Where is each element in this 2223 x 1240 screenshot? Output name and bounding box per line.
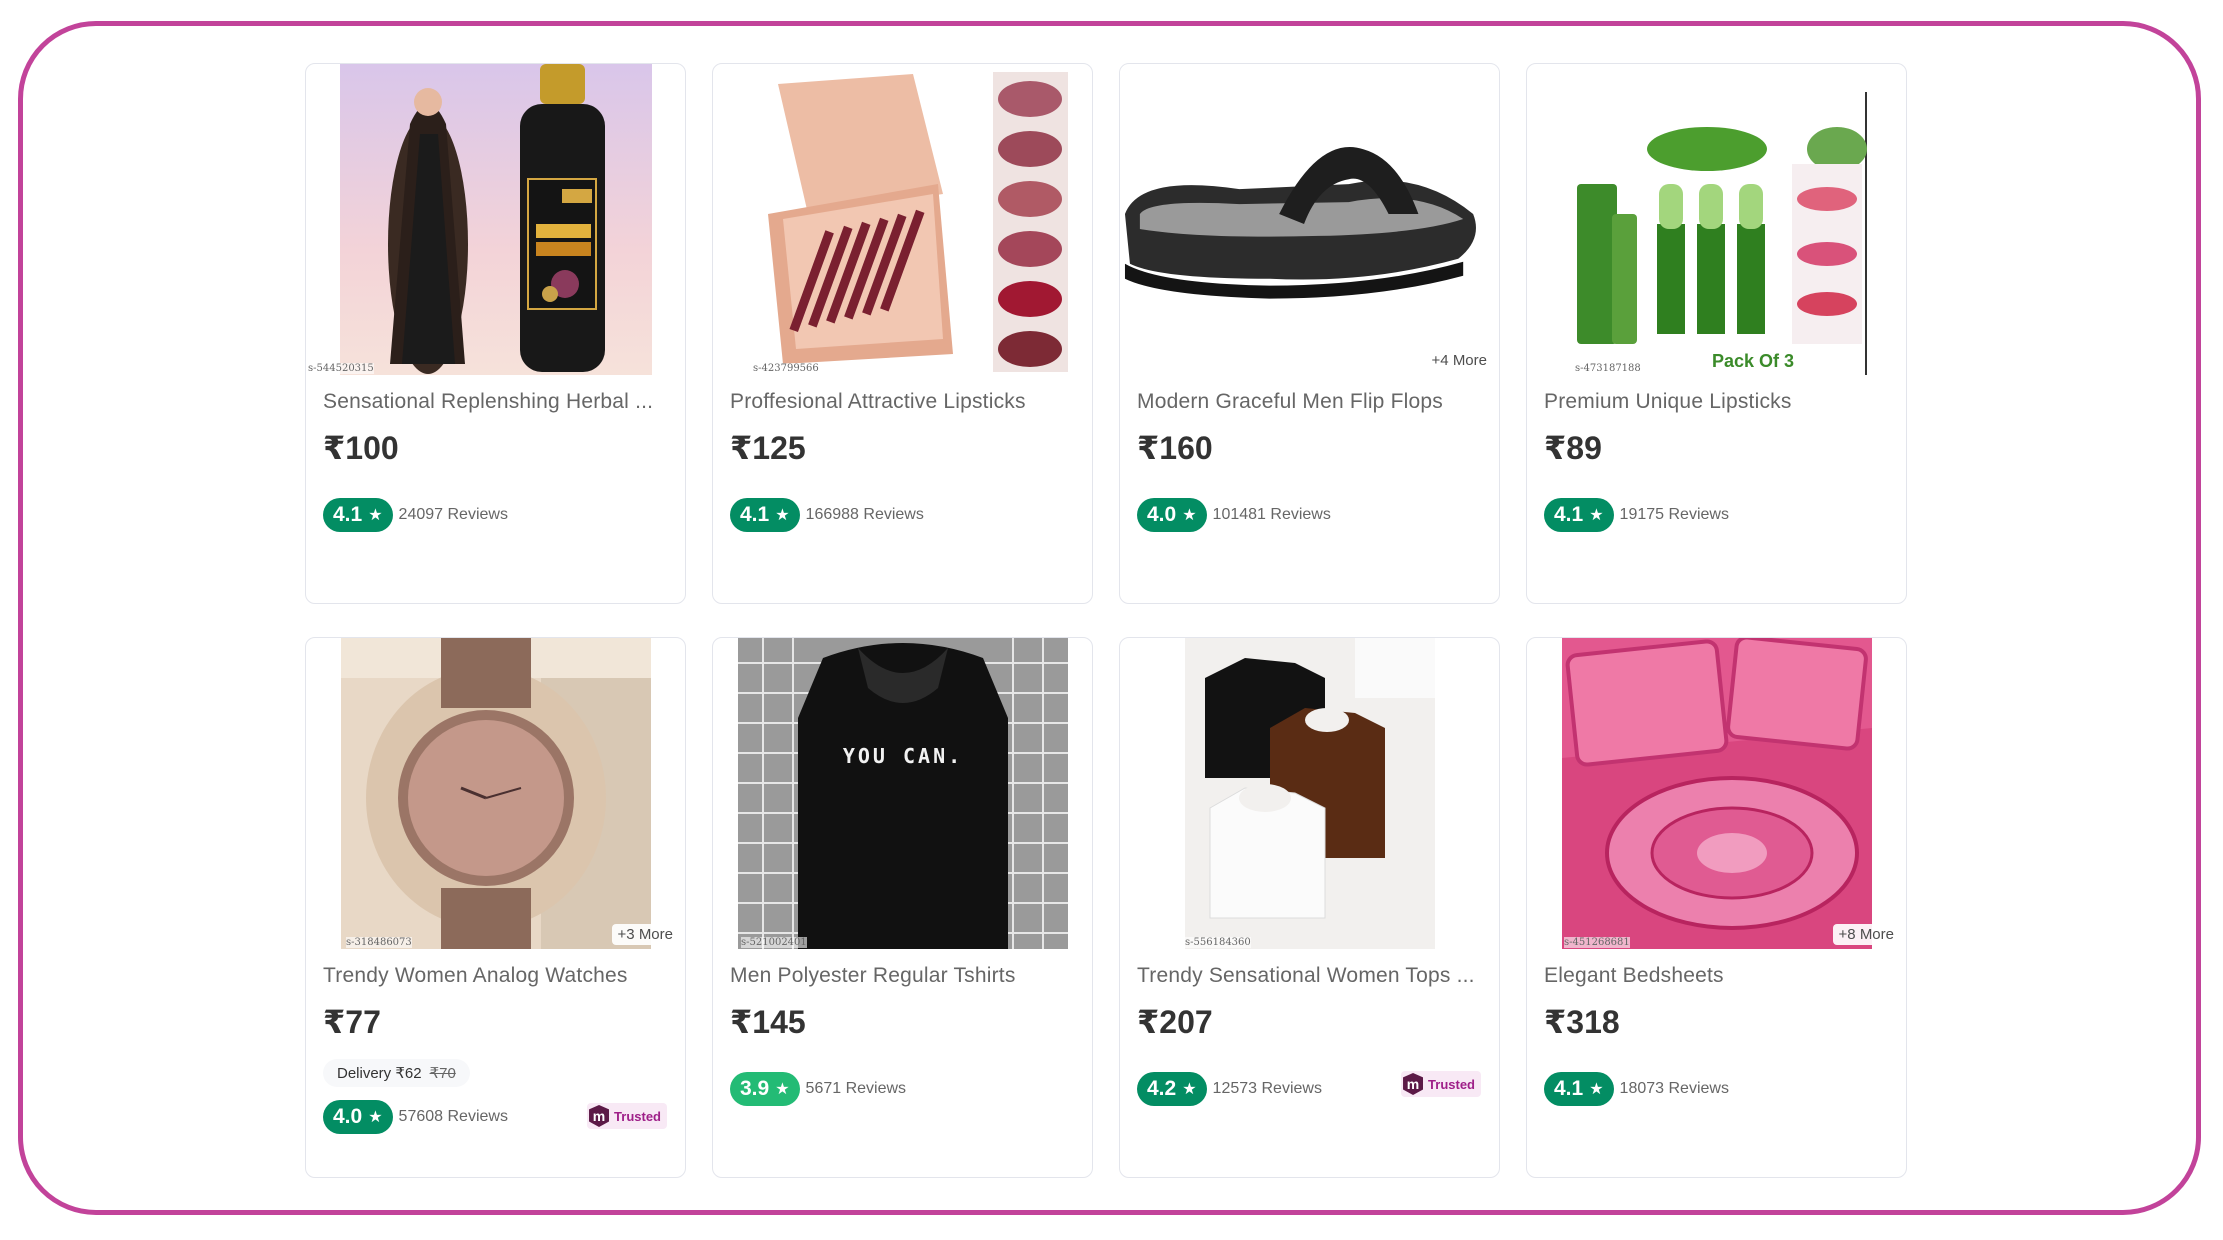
product-card[interactable]: s-423799566 Proffesional Attractive Lips… [712,63,1093,604]
trusted-label: Trusted [1428,1076,1475,1092]
rating-badge: 4.1 ★ [1544,498,1614,532]
trusted-badge: m Trusted [587,1103,667,1129]
product-image[interactable]: +4 More [1120,64,1499,375]
pack-caption: Pack Of 3 [1712,351,1794,371]
review-count: 166988 Reviews [805,506,924,523]
sku-label: s-318486073 [346,937,412,948]
product-image[interactable]: s-544520315 [306,64,685,375]
rating-row: 4.0 ★ 101481 Reviews [1137,498,1331,532]
product-card[interactable]: s-318486073 +3 More Trendy Women Analog … [305,637,686,1178]
product-title[interactable]: Trendy Sensational Women Tops ... [1137,964,1485,988]
review-count: 5671 Reviews [805,1080,907,1097]
rating-badge: 4.1 ★ [730,498,800,532]
product-title[interactable]: Proffesional Attractive Lipsticks [730,390,1078,414]
rating-badge: 4.0 ★ [323,1100,393,1134]
star-icon: ★ [368,507,383,524]
product-price: ₹125 [730,430,806,466]
review-count: 101481 Reviews [1212,506,1331,523]
product-image[interactable]: s-318486073 +3 More [306,638,685,949]
rating-row: 4.2 ★ 12573 Reviews [1137,1072,1322,1106]
star-icon: ★ [1182,1081,1197,1098]
product-image[interactable]: s-556184360 [1120,638,1499,949]
star-icon: ★ [1182,507,1197,524]
product-price: ₹318 [1544,1004,1620,1040]
star-icon: ★ [1589,1081,1604,1098]
rating-badge: 3.9 ★ [730,1072,800,1106]
delivery-price: Delivery ₹62 [337,1065,422,1082]
rating-value: 4.0 [333,1105,363,1128]
rating-value: 3.9 [740,1077,770,1100]
product-title[interactable]: Trendy Women Analog Watches [323,964,671,988]
rating-row: 4.1 ★ 166988 Reviews [730,498,924,532]
rating-badge: 4.1 ★ [323,498,393,532]
product-card[interactable]: s-544520315 Sensational Replenshing Herb… [305,63,686,604]
meesho-logo-icon: m [589,1105,610,1127]
rating-row: 4.1 ★ 18073 Reviews [1544,1072,1729,1106]
product-price: ₹100 [323,430,399,466]
delivery-badge: Delivery ₹62 ₹70 [323,1059,470,1087]
rating-value: 4.1 [1554,1077,1584,1100]
product-card[interactable]: +4 More Modern Graceful Men Flip Flops ₹… [1119,63,1500,604]
rating-value: 4.0 [1147,503,1177,526]
rating-badge: 4.0 ★ [1137,498,1207,532]
product-title[interactable]: Modern Graceful Men Flip Flops [1137,390,1485,414]
product-image[interactable]: s-451268681 +8 More [1527,638,1906,949]
review-count: 19175 Reviews [1619,506,1729,523]
rating-row: 4.1 ★ 24097 Reviews [323,498,508,532]
star-icon: ★ [775,1081,790,1098]
product-image[interactable]: s-423799566 [713,64,1092,375]
rating-value: 4.2 [1147,1077,1177,1100]
review-count: 18073 Reviews [1619,1080,1729,1097]
sku-label: s-451268681 [1564,937,1630,948]
sku-label: s-556184360 [1185,937,1251,948]
star-icon: ★ [1589,507,1604,524]
star-icon: ★ [368,1109,383,1126]
review-count: 12573 Reviews [1212,1080,1322,1097]
rating-row: 4.1 ★ 19175 Reviews [1544,498,1729,532]
product-grid: s-544520315 Sensational Replenshing Herb… [305,63,1907,1178]
product-card[interactable]: s-556184360 Trendy Sensational Women Top… [1119,637,1500,1178]
sku-label: s-473187188 [1575,363,1641,374]
rating-value: 4.1 [740,503,770,526]
more-variants-label[interactable]: +8 More [1832,924,1900,945]
more-variants-label[interactable]: +4 More [1425,350,1493,371]
product-image[interactable]: YOU CAN. s-521002401 [713,638,1092,949]
product-price: ₹160 [1137,430,1213,466]
product-price: ₹77 [323,1004,381,1040]
rating-row: 4.0 ★ 57608 Reviews [323,1100,508,1134]
delivery-original-price: ₹70 [429,1065,456,1082]
product-image[interactable]: Pack Of 3 s-473187188 [1527,64,1906,375]
product-price: ₹89 [1544,430,1602,466]
rating-row: 3.9 ★ 5671 Reviews [730,1072,906,1106]
more-variants-label[interactable]: +3 More [611,924,679,945]
rating-value: 4.1 [1554,503,1584,526]
product-title[interactable]: Sensational Replenshing Herbal ... [323,390,671,414]
sku-label: s-423799566 [753,363,819,374]
review-count: 57608 Reviews [398,1108,508,1125]
product-title[interactable]: Men Polyester Regular Tshirts [730,964,1078,988]
rating-badge: 4.1 ★ [1544,1072,1614,1106]
product-title[interactable]: Premium Unique Lipsticks [1544,390,1892,414]
trusted-label: Trusted [614,1108,661,1124]
product-card[interactable]: s-451268681 +8 More Elegant Bedsheets ₹3… [1526,637,1907,1178]
product-title[interactable]: Elegant Bedsheets [1544,964,1892,988]
product-card[interactable]: YOU CAN. s-521002401 Men Polyester Regul… [712,637,1093,1178]
rating-badge: 4.2 ★ [1137,1072,1207,1106]
sku-label: s-521002401 [741,937,807,948]
product-card[interactable]: Pack Of 3 s-473187188 Premium Unique Lip… [1526,63,1907,604]
meesho-logo-icon: m [1403,1073,1424,1095]
star-icon: ★ [775,507,790,524]
product-price: ₹145 [730,1004,806,1040]
review-count: 24097 Reviews [398,506,508,523]
trusted-badge: m Trusted [1401,1071,1481,1097]
product-price: ₹207 [1137,1004,1213,1040]
rating-value: 4.1 [333,503,363,526]
sku-label: s-544520315 [308,363,374,374]
shirt-print-text: YOU CAN. [842,744,962,768]
